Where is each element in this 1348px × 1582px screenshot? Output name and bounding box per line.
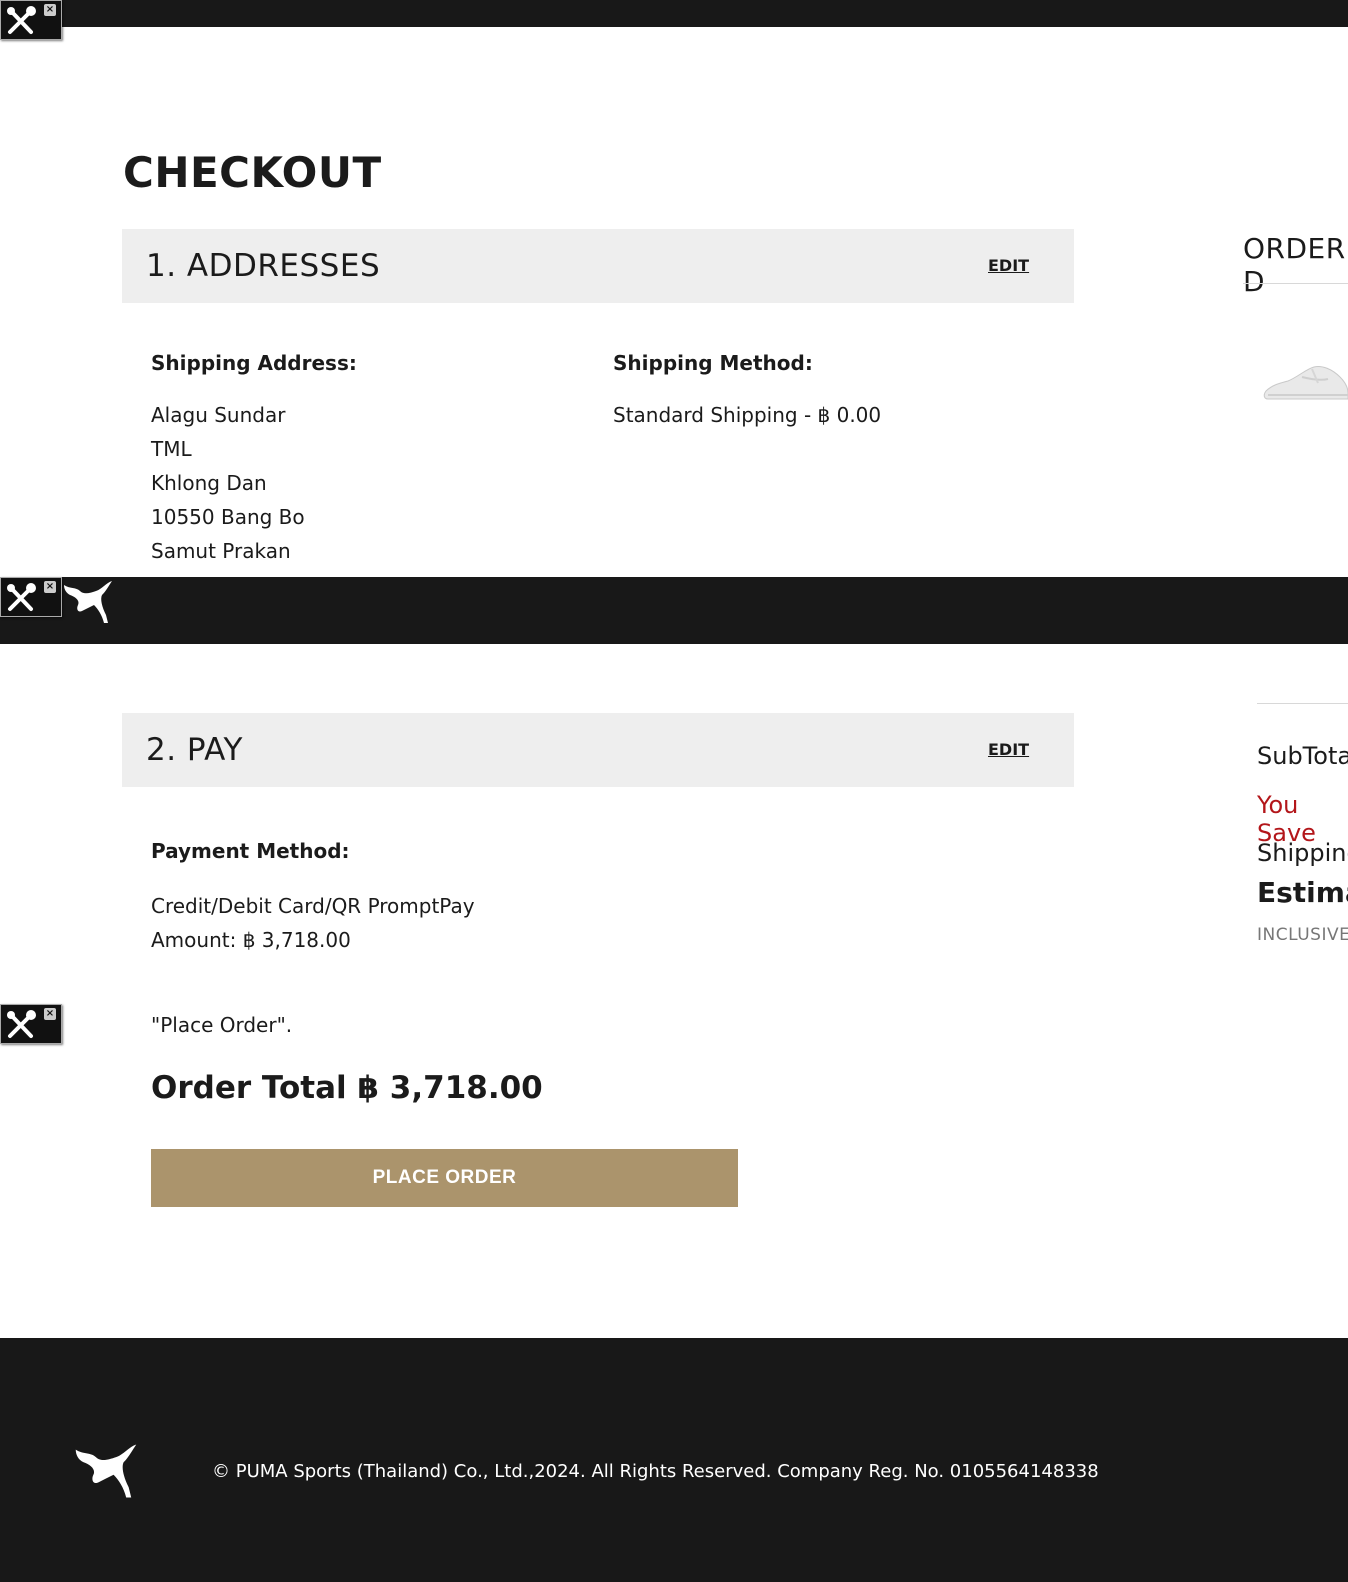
place-order-button[interactable]: PLACE ORDER xyxy=(151,1149,738,1207)
divider xyxy=(1257,703,1348,704)
address-line: Samut Prakan xyxy=(151,539,291,563)
debug-tool-widget[interactable]: × xyxy=(0,577,62,617)
pay-edit-link[interactable]: EDIT xyxy=(988,740,1029,759)
shipping-method-value: Standard Shipping - ฿ 0.00 xyxy=(613,403,882,427)
sneaker-image xyxy=(1262,355,1348,409)
shipping-address-label: Shipping Address: xyxy=(151,351,357,375)
puma-logo-icon[interactable] xyxy=(70,1442,142,1504)
addresses-section-header: 1. ADDRESSES EDIT xyxy=(122,229,1074,303)
payment-method-value: Credit/Debit Card/QR PromptPay xyxy=(151,894,475,918)
addresses-heading: 1. ADDRESSES xyxy=(146,248,381,284)
close-icon[interactable]: × xyxy=(44,581,56,593)
divider xyxy=(1243,283,1348,284)
shipping-address-block: Alagu Sundar TML Khlong Dan 10550 Bang B… xyxy=(151,398,305,568)
shipping-label: Shipping xyxy=(1257,839,1348,867)
address-line: TML xyxy=(151,437,192,461)
footer-copyright: © PUMA Sports (Thailand) Co., Ltd.,2024.… xyxy=(212,1461,1099,1482)
debug-tool-widget[interactable]: × xyxy=(0,0,62,40)
sticky-header-bar xyxy=(0,577,1348,644)
order-total: Order Total ฿ 3,718.00 xyxy=(151,1070,543,1106)
tools-icon[interactable] xyxy=(4,1008,38,1046)
close-icon[interactable]: × xyxy=(44,1008,56,1020)
footer xyxy=(0,1338,1348,1582)
addresses-edit-link[interactable]: EDIT xyxy=(988,256,1029,275)
inclusive-tax-label: INCLUSIVE xyxy=(1257,925,1348,945)
tools-icon[interactable] xyxy=(4,4,38,42)
address-line: Alagu Sundar xyxy=(151,403,286,427)
payment-details: Credit/Debit Card/QR PromptPay Amount: ฿… xyxy=(151,889,475,957)
place-order-note: "Place Order". xyxy=(151,1013,293,1037)
pay-heading: 2. PAY xyxy=(146,732,243,768)
subtotal-label: SubTota xyxy=(1257,742,1348,770)
payment-amount: Amount: ฿ 3,718.00 xyxy=(151,928,351,952)
top-header-bar xyxy=(0,0,1348,27)
puma-logo-icon[interactable] xyxy=(62,579,114,629)
address-line: 10550 Bang Bo xyxy=(151,505,305,529)
debug-tool-widget[interactable]: × xyxy=(0,1004,62,1044)
payment-method-label: Payment Method: xyxy=(151,839,350,863)
estimated-total-label: Estimat xyxy=(1257,876,1348,909)
order-details-heading: ORDER D xyxy=(1243,232,1346,298)
page-title: CHECKOUT xyxy=(123,148,382,197)
tools-icon[interactable] xyxy=(4,581,38,619)
close-icon[interactable]: × xyxy=(44,4,56,16)
shipping-method-label: Shipping Method: xyxy=(613,351,813,375)
pay-section-header: 2. PAY EDIT xyxy=(122,713,1074,787)
address-line: Khlong Dan xyxy=(151,471,267,495)
